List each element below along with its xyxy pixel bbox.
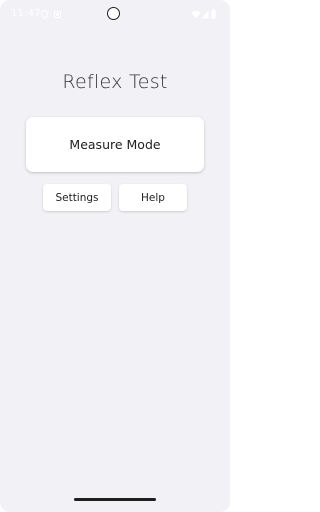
help-label: Help (141, 191, 165, 204)
app-title: Reflex Test (62, 71, 168, 93)
help-button[interactable]: Help (119, 184, 187, 211)
measure-mode-button[interactable]: Measure Mode (26, 117, 204, 172)
signal-icon (201, 10, 209, 19)
battery-icon (211, 9, 216, 19)
shield-icon (41, 10, 48, 19)
phone-screen: 11:47 Reflex Test Measure Mode Settings … (0, 0, 230, 512)
status-bar: 11:47 (0, 0, 230, 30)
status-time: 11:47 (11, 8, 41, 19)
gesture-navigation-handle[interactable] (74, 498, 156, 501)
settings-button[interactable]: Settings (43, 184, 111, 211)
camera-cutout (107, 7, 120, 20)
sim-icon (54, 11, 61, 18)
wifi-icon (191, 10, 201, 19)
settings-label: Settings (55, 191, 99, 204)
measure-mode-label: Measure Mode (69, 137, 161, 152)
